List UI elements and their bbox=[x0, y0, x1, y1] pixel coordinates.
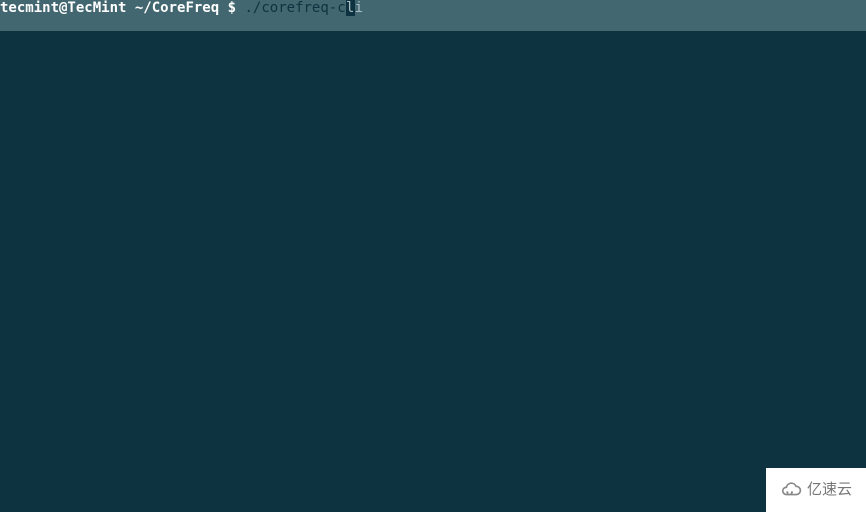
typed-command: /corefreq-c bbox=[253, 0, 346, 16]
cloud-icon bbox=[780, 479, 802, 501]
autosuggestion-tail: i bbox=[355, 0, 363, 16]
terminal-window[interactable]: tecmint@TecMint ~/CoreFreq $ ./corefreq-… bbox=[0, 0, 866, 512]
separator-space-2 bbox=[219, 0, 227, 16]
watermark-text: 亿速云 bbox=[807, 482, 852, 498]
separator-space-3 bbox=[236, 0, 244, 16]
secondary-bar bbox=[0, 16, 866, 31]
user-host: tecmint@TecMint bbox=[0, 0, 126, 16]
separator-space bbox=[126, 0, 134, 16]
watermark-badge: 亿速云 bbox=[766, 468, 866, 512]
cursor: l bbox=[346, 0, 355, 16]
prompt-symbol: $ bbox=[228, 0, 236, 16]
typed-dot: . bbox=[244, 0, 252, 16]
current-path: ~/CoreFreq bbox=[135, 0, 219, 16]
prompt-line: tecmint@TecMint ~/CoreFreq $ ./corefreq-… bbox=[0, 0, 866, 16]
